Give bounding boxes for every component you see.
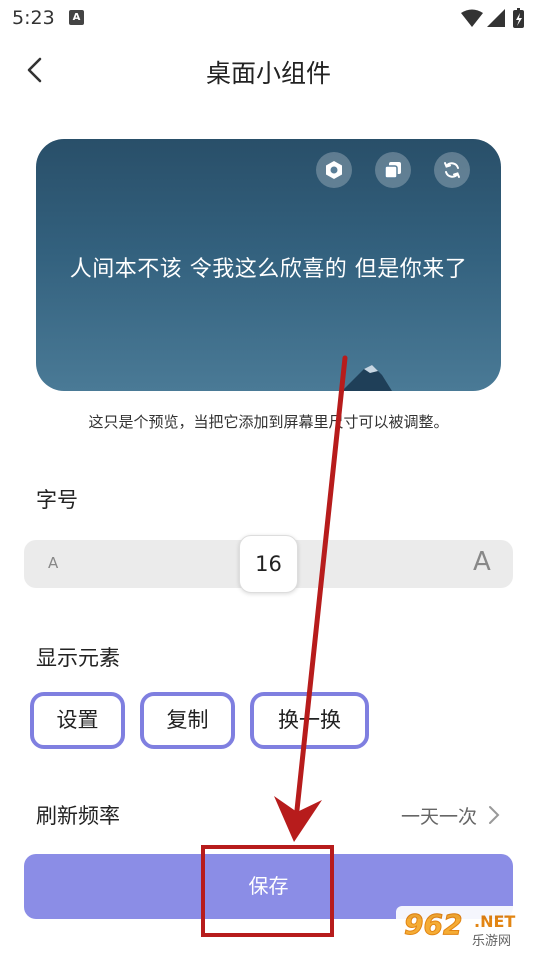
mountain-peak-image (342, 365, 392, 391)
page-title: 桌面小组件 (205, 59, 331, 88)
settings-hexagon-icon (326, 161, 342, 179)
watermark-domain: .NET (474, 912, 516, 931)
font-size-slider[interactable]: A A 16 (24, 535, 513, 593)
font-size-thumb[interactable]: 16 (239, 535, 298, 593)
large-size-marker: A (473, 547, 491, 577)
chip-settings[interactable]: 设置 (30, 692, 125, 749)
settings-icon-button[interactable] (316, 152, 352, 188)
status-bar: 5:23 A (0, 0, 537, 36)
status-time: 5:23 (12, 7, 55, 29)
highlight-box (201, 845, 334, 937)
copy-icon (384, 162, 401, 179)
widget-preview-card: 人间本不该 令我这么欣喜的 但是你来了 (36, 139, 501, 391)
refresh-icon (444, 162, 460, 178)
refresh-frequency-label: 刷新频率 (36, 804, 120, 828)
watermark-name: 乐游网 (472, 934, 512, 949)
copy-icon-button[interactable] (375, 152, 411, 188)
status-icons (459, 8, 529, 30)
small-size-marker: A (48, 554, 59, 572)
refresh-icon-button[interactable] (434, 152, 470, 188)
refresh-frequency-row[interactable]: 刷新频率 一天一次 (36, 798, 501, 832)
wifi-signal-battery-icon (461, 8, 524, 28)
preview-quote: 人间本不该 令我这么欣喜的 但是你来了 (69, 257, 468, 282)
chip-shuffle[interactable]: 换一换 (250, 692, 369, 749)
watermark-logo: 962 (403, 908, 463, 942)
display-elements-label: 显示元素 (36, 646, 120, 670)
site-watermark: 962 .NET 乐游网 (396, 906, 532, 952)
preview-note: 这只是个预览，当把它添加到屏幕里尺寸可以被调整。 (88, 413, 449, 431)
chevron-right-icon (489, 806, 500, 824)
chip-copy[interactable]: 复制 (140, 692, 235, 749)
top-bar: 桌面小组件 (0, 48, 537, 94)
notification-icon: A (69, 10, 84, 25)
refresh-frequency-value: 一天一次 (400, 806, 477, 828)
font-size-label: 字号 (36, 488, 78, 512)
